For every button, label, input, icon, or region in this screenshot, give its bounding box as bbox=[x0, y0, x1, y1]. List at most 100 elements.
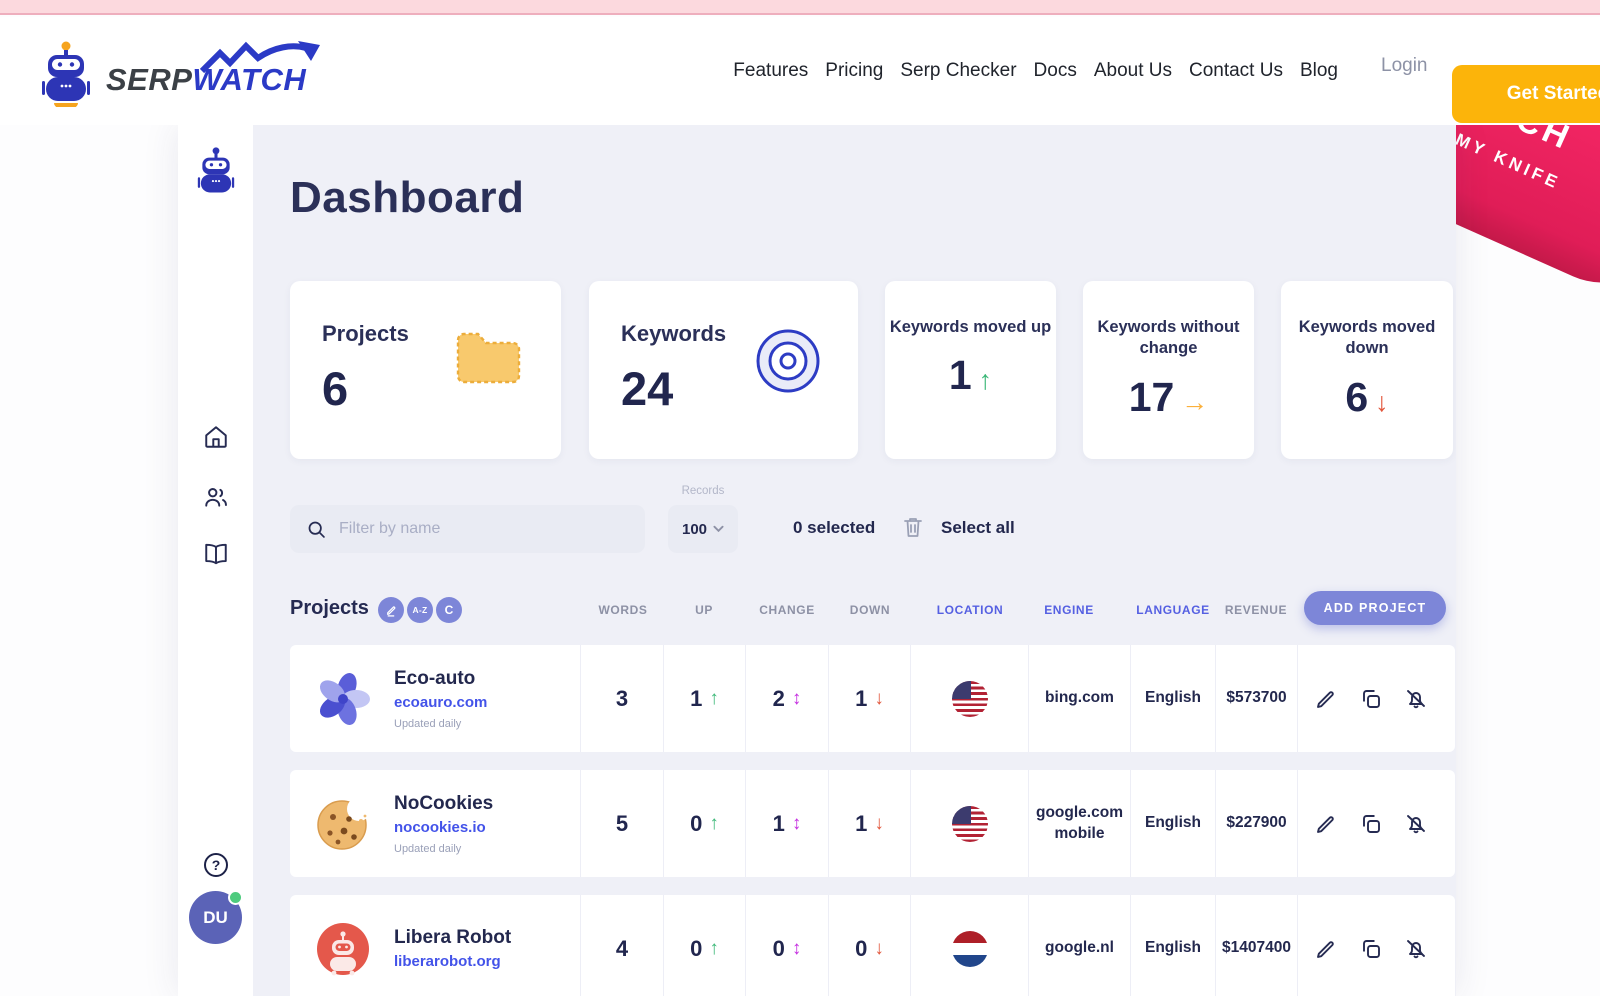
help-icon[interactable]: ? bbox=[204, 853, 228, 877]
down-arrow-icon: ↓ bbox=[874, 813, 884, 835]
more-options-kebab-icon[interactable] bbox=[1449, 812, 1456, 836]
location-flag bbox=[952, 806, 988, 842]
edit-pencil-icon[interactable] bbox=[1314, 687, 1338, 711]
nav-pricing[interactable]: Pricing bbox=[825, 60, 883, 82]
get-started-button[interactable]: Get Started bbox=[1452, 65, 1600, 123]
down-arrow-icon: ↓ bbox=[874, 688, 884, 710]
change-cell: 0↕ bbox=[745, 895, 828, 996]
rename-badge-pencil-icon[interactable] bbox=[378, 597, 404, 623]
search-icon bbox=[306, 519, 327, 540]
book-icon[interactable] bbox=[203, 541, 229, 567]
selected-count: 0 selected bbox=[793, 518, 875, 538]
page-title: Dashboard bbox=[290, 173, 524, 223]
change-arrow-icon: ↕ bbox=[792, 938, 802, 960]
location-cell bbox=[910, 770, 1028, 877]
sort-c-badge[interactable]: C bbox=[436, 597, 462, 623]
change-arrow-icon: ↕ bbox=[792, 813, 802, 835]
change-cell: 1↕ bbox=[745, 770, 828, 877]
project-name-cell: Eco-auto ecoauro.com Updated daily bbox=[290, 645, 580, 752]
change-cell: 2↕ bbox=[745, 645, 828, 752]
edit-pencil-icon[interactable] bbox=[1314, 812, 1338, 836]
notifications-off-bell-icon[interactable] bbox=[1404, 812, 1428, 836]
language-cell: English bbox=[1130, 895, 1215, 996]
down-cell: 0↓ bbox=[828, 895, 910, 996]
stat-card-projects: Projects 6 bbox=[290, 281, 561, 459]
col-language[interactable]: LANGUAGE bbox=[1136, 603, 1209, 617]
row-actions bbox=[1297, 770, 1456, 877]
col-location[interactable]: LOCATION bbox=[937, 603, 1004, 617]
sort-az-badge[interactable]: A-Z bbox=[407, 597, 433, 623]
announcement-strip bbox=[0, 0, 1600, 15]
col-engine[interactable]: ENGINE bbox=[1044, 603, 1094, 617]
nav-features[interactable]: Features bbox=[733, 60, 808, 82]
project-update-note: Updated daily bbox=[394, 718, 487, 730]
location-flag bbox=[952, 681, 988, 717]
down-arrow-icon: ↓ bbox=[1375, 387, 1389, 417]
users-icon[interactable] bbox=[203, 484, 229, 510]
change-arrow-icon: ↕ bbox=[792, 688, 802, 710]
records-value: 100 bbox=[682, 521, 707, 538]
brand-wordmark: SERPWATCH bbox=[106, 62, 306, 98]
select-all-button[interactable]: Select all bbox=[941, 518, 1015, 538]
project-domain-link[interactable]: ecoauro.com bbox=[394, 694, 487, 711]
up-cell: 0↑ bbox=[663, 895, 745, 996]
duplicate-copy-icon[interactable] bbox=[1359, 937, 1383, 961]
stat-label: Keywords moved down bbox=[1281, 317, 1453, 360]
table-row: Libera Robot liberarobot.org 4 0↑ 0↕ 0↓ … bbox=[290, 895, 1455, 996]
project-name: NoCookies bbox=[394, 793, 493, 815]
chevron-down-icon bbox=[713, 525, 724, 533]
main-nav: Features Pricing Serp Checker Docs About… bbox=[733, 17, 1338, 125]
robot-logo bbox=[315, 921, 371, 977]
stat-card-no-change: Keywords without change 17→ bbox=[1083, 281, 1254, 459]
up-arrow-icon: ↑ bbox=[709, 813, 719, 835]
words-cell: 4 bbox=[580, 895, 663, 996]
user-avatar[interactable]: DU bbox=[189, 891, 242, 944]
down-cell: 1↓ bbox=[828, 645, 910, 752]
login-link[interactable]: Login bbox=[1381, 55, 1428, 77]
brand-logo[interactable]: SERPWATCH bbox=[40, 41, 306, 107]
revenue-cell: $227900 bbox=[1215, 770, 1297, 877]
project-domain-link[interactable]: liberarobot.org bbox=[394, 953, 511, 970]
target-icon bbox=[754, 327, 822, 395]
trash-icon[interactable] bbox=[901, 515, 925, 541]
nav-about-us[interactable]: About Us bbox=[1094, 60, 1172, 82]
search-input[interactable] bbox=[339, 520, 619, 538]
projects-table-title: Projects bbox=[290, 597, 369, 620]
col-change[interactable]: CHANGE bbox=[759, 603, 815, 617]
sidebar-robot-logo[interactable] bbox=[196, 147, 236, 197]
nav-serp-checker[interactable]: Serp Checker bbox=[900, 60, 1016, 82]
more-options-kebab-icon[interactable] bbox=[1449, 937, 1456, 961]
stat-card-moved-down: Keywords moved down 6↓ bbox=[1281, 281, 1453, 459]
col-words[interactable]: WORDS bbox=[599, 603, 648, 617]
home-icon[interactable] bbox=[203, 424, 229, 450]
notifications-off-bell-icon[interactable] bbox=[1404, 937, 1428, 961]
col-revenue[interactable]: REVENUE bbox=[1225, 603, 1287, 617]
duplicate-copy-icon[interactable] bbox=[1359, 687, 1383, 711]
engine-cell: bing.com bbox=[1028, 645, 1130, 752]
language-cell: English bbox=[1130, 645, 1215, 752]
edit-pencil-icon[interactable] bbox=[1314, 937, 1338, 961]
project-name: Eco-auto bbox=[394, 668, 487, 690]
nav-docs[interactable]: Docs bbox=[1034, 60, 1077, 82]
brand-part-watch: WATCH bbox=[192, 62, 306, 97]
duplicate-copy-icon[interactable] bbox=[1359, 812, 1383, 836]
up-cell: 1↑ bbox=[663, 645, 745, 752]
col-up[interactable]: UP bbox=[695, 603, 713, 617]
nav-blog[interactable]: Blog bbox=[1300, 60, 1338, 82]
words-cell: 3 bbox=[580, 645, 663, 752]
down-cell: 1↓ bbox=[828, 770, 910, 877]
revenue-cell: $1407400 bbox=[1215, 895, 1297, 996]
col-down[interactable]: DOWN bbox=[850, 603, 890, 617]
records-dropdown[interactable]: 100 bbox=[668, 505, 738, 553]
project-domain-link[interactable]: nocookies.io bbox=[394, 819, 493, 836]
stat-label: Keywords without change bbox=[1083, 317, 1254, 360]
row-actions bbox=[1297, 895, 1456, 996]
nav-contact-us[interactable]: Contact Us bbox=[1189, 60, 1283, 82]
user-initials: DU bbox=[203, 908, 228, 928]
filter-search bbox=[290, 505, 645, 553]
table-row: Eco-auto ecoauro.com Updated daily 3 1↑ … bbox=[290, 645, 1455, 752]
notifications-off-bell-icon[interactable] bbox=[1404, 687, 1428, 711]
words-cell: 5 bbox=[580, 770, 663, 877]
add-project-button[interactable]: ADD PROJECT bbox=[1304, 591, 1446, 625]
more-options-kebab-icon[interactable] bbox=[1449, 687, 1456, 711]
